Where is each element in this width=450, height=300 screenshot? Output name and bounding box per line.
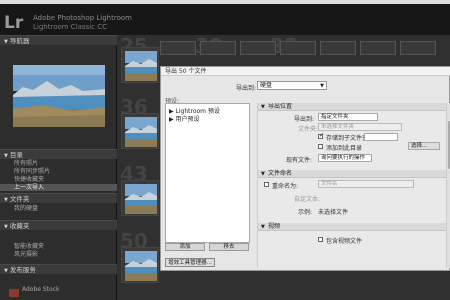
existing-files-select[interactable]: 询问要执行的操作 xyxy=(318,154,372,162)
preset-group-label: 用户预设 xyxy=(175,116,200,123)
collections-label: 收藏夹 xyxy=(9,222,30,230)
rename-label: 重命名为: xyxy=(272,183,299,190)
section-export-location[interactable]: ▼ 导出位置 xyxy=(258,103,446,111)
export-dialog: 导出 50 个文件 导出到: 硬盘 ▼ 预设: ▶ Lightroom 预设 ▶ … xyxy=(160,66,450,271)
example-value: 未选择文件 xyxy=(318,209,349,216)
add-to-catalog-checkbox[interactable] xyxy=(318,144,323,149)
include-video-label: 包含视频文件 xyxy=(326,238,363,245)
section-label: 视频 xyxy=(268,223,281,230)
grid-thumb[interactable] xyxy=(121,113,159,149)
panel-header-publish[interactable]: ▼ 发布服务 xyxy=(0,264,117,274)
publish-label: 发布服务 xyxy=(9,266,36,274)
folder-label: 文件夹: xyxy=(298,126,319,133)
add-preset-button[interactable]: 添加 xyxy=(165,243,205,251)
include-video-checkbox[interactable] xyxy=(318,237,323,242)
grid-thumb[interactable] xyxy=(121,180,159,216)
preset-group-user[interactable]: ▶ 用户预设 xyxy=(169,114,200,123)
grid-thumb[interactable] xyxy=(400,41,436,55)
add-to-catalog-label: 添加到此目录 xyxy=(326,145,363,152)
triangle-down-icon: ▼ xyxy=(261,224,265,230)
panel-header-collections[interactable]: ▼ 收藏夹 xyxy=(0,220,117,230)
rename-select[interactable]: 文件名 xyxy=(318,180,414,188)
dialog-title: 导出 50 个文件 xyxy=(161,67,450,76)
grid-thumb[interactable] xyxy=(121,247,159,283)
grid-thumb[interactable] xyxy=(121,47,159,83)
plugin-manager-button[interactable]: 增效工具管理器... xyxy=(165,258,215,267)
adobe-stock-icon xyxy=(9,289,19,297)
subfolder-checkbox[interactable] xyxy=(318,132,324,139)
section-label: 导出位置 xyxy=(268,103,293,110)
export-settings-pane: ▼导出位置 导出到: 指定文件夹 文件夹: 未选择文件夹 存储到子文件夹: 选择… xyxy=(257,103,450,268)
custom-text-label: 自定文本: xyxy=(294,196,321,203)
choose-folder-button[interactable]: 选择... xyxy=(408,142,440,150)
catalog-label: 目录 xyxy=(9,151,23,159)
catalog-item-last-import[interactable]: 上一次导入 xyxy=(0,184,117,191)
export-to-value: 硬盘 xyxy=(260,82,273,89)
navigator-label: 导航器 xyxy=(9,37,30,45)
thumb-image xyxy=(125,51,157,81)
thumb-image xyxy=(125,184,157,214)
grid-thumb[interactable] xyxy=(160,41,196,55)
export-to-select[interactable]: 硬盘 ▼ xyxy=(257,81,327,90)
panel-header-navigator[interactable]: ▼ 导航器 xyxy=(0,35,117,45)
export-to-label: 导出到: xyxy=(236,85,257,92)
folder-item[interactable]: 我的硬盘 xyxy=(14,205,38,212)
collection-item-landscape[interactable]: 风光摄影 xyxy=(14,251,38,258)
catalog-item-synced[interactable]: 所有同步照片 xyxy=(14,168,50,175)
grid-thumb[interactable] xyxy=(320,41,356,55)
panel-header-catalog[interactable]: ▼ 目录 xyxy=(0,149,117,159)
chevron-down-icon: ▼ xyxy=(320,83,324,89)
example-label: 示例: xyxy=(298,209,313,216)
navigator-preview[interactable] xyxy=(13,65,105,127)
grid-thumb[interactable] xyxy=(200,41,236,55)
lightroom-logo: Lr xyxy=(4,13,24,33)
folders-label: 文件夹 xyxy=(9,195,30,203)
remove-preset-button[interactable]: 移去 xyxy=(209,243,249,251)
section-video[interactable]: ▼ 视频 xyxy=(258,223,446,231)
subfolder-input[interactable] xyxy=(364,133,398,141)
section-file-naming[interactable]: ▼ 文件命名 xyxy=(258,170,446,178)
grid-thumb[interactable] xyxy=(280,41,316,55)
app-title: Adobe Photoshop Lightroom xyxy=(33,14,132,22)
app-header: Lr Adobe Photoshop Lightroom Lightroom C… xyxy=(0,4,450,35)
catalog-item-quick[interactable]: 快捷收藏夹 xyxy=(14,176,44,183)
panel-header-folders[interactable]: ▼ 文件夹 xyxy=(0,193,117,203)
thumb-image xyxy=(125,251,157,281)
presets-tree: ▶ Lightroom 预设 ▶ 用户预设 xyxy=(165,103,250,243)
left-panel: ▼ 导航器 ▼ 目录 所有照片 所有同步照片 快捷收藏夹 上一次导入 ▼ 文件夹 我的… xyxy=(0,35,117,300)
triangle-down-icon: ▼ xyxy=(261,104,265,110)
publish-item[interactable]: Adobe Stock xyxy=(22,286,60,293)
rename-checkbox[interactable] xyxy=(264,182,269,187)
top-thumb-row xyxy=(160,41,450,55)
app-subtitle[interactable]: Lightroom Classic CC xyxy=(33,23,107,31)
folder-path: 未选择文件夹 xyxy=(318,123,402,131)
catalog-item-all[interactable]: 所有照片 xyxy=(14,160,38,167)
location-export-to-label: 导出到: xyxy=(294,116,315,123)
grid-thumb[interactable] xyxy=(360,41,396,55)
thumb-image xyxy=(125,117,157,147)
settings-scrollbar[interactable] xyxy=(446,103,450,268)
triangle-down-icon: ▼ xyxy=(261,171,265,177)
collection-item-smart[interactable]: 智能收藏夹 xyxy=(14,243,44,250)
existing-files-label: 现有文件: xyxy=(286,157,313,164)
location-export-to-select[interactable]: 指定文件夹 xyxy=(318,113,378,121)
grid-thumb[interactable] xyxy=(240,41,276,55)
section-label: 文件命名 xyxy=(268,170,293,177)
